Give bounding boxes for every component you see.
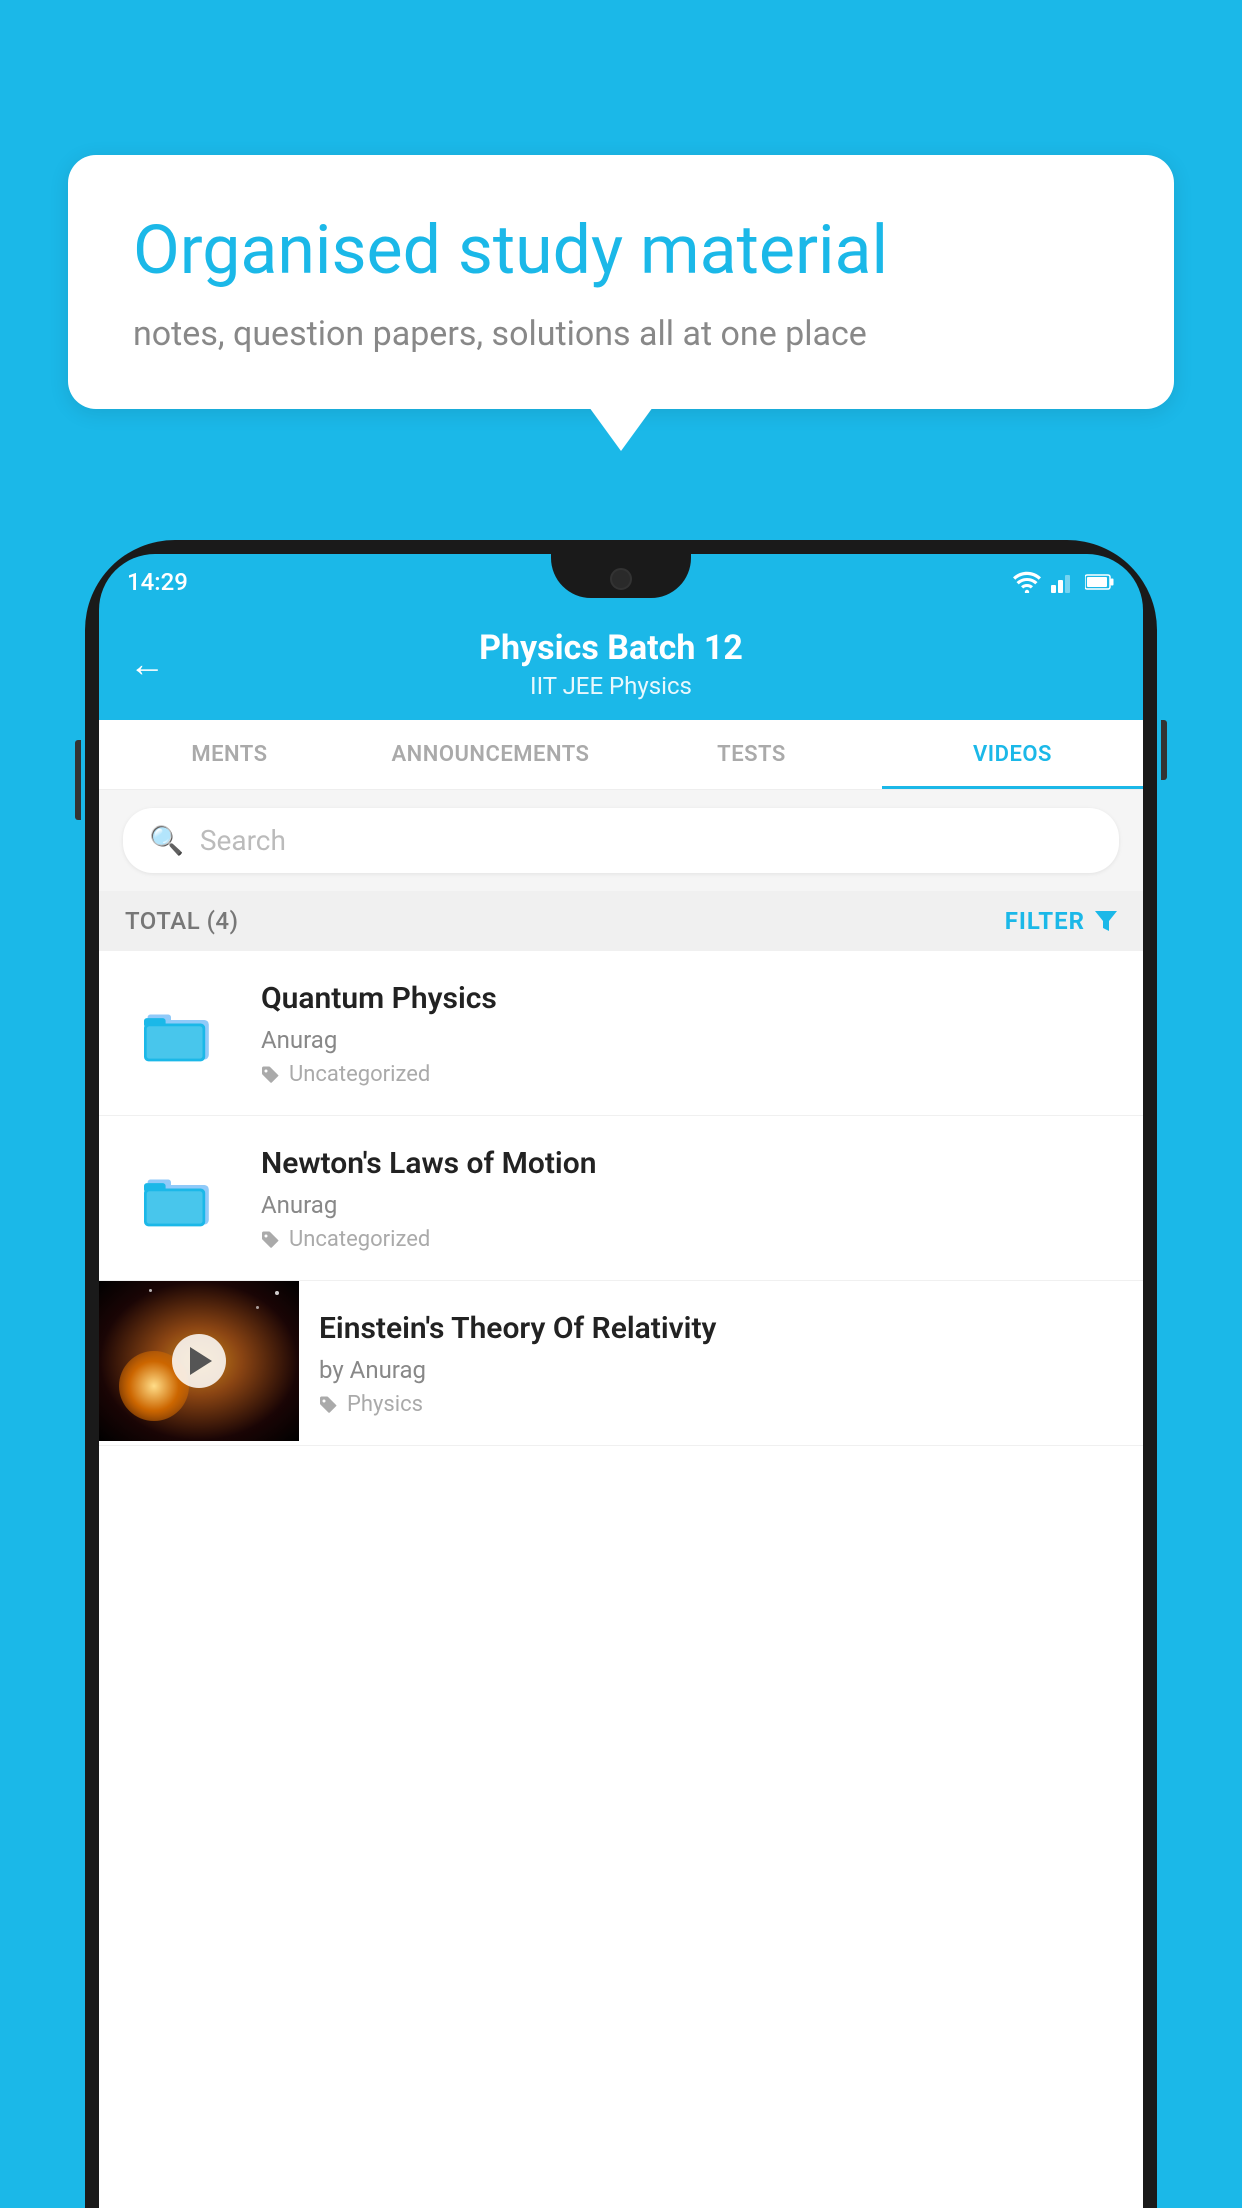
- video-title: Quantum Physics: [261, 979, 1117, 1018]
- list-item[interactable]: Quantum Physics Anurag Uncategorized: [99, 951, 1143, 1116]
- tab-tests[interactable]: TESTS: [621, 720, 882, 789]
- search-input-container[interactable]: 🔍 Search: [123, 808, 1119, 873]
- phone-side-button-right: [1161, 720, 1167, 780]
- back-button[interactable]: ←: [129, 646, 165, 682]
- video-author: Anurag: [261, 1026, 1117, 1054]
- wifi-icon: [1013, 571, 1041, 593]
- folder-icon: [144, 1002, 216, 1064]
- search-icon: 🔍: [149, 824, 184, 857]
- search-placeholder-text: Search: [200, 824, 286, 857]
- tab-videos[interactable]: VIDEOS: [882, 720, 1143, 789]
- einstein-tag: Physics: [319, 1392, 1123, 1417]
- phone-side-button-left: [75, 740, 81, 820]
- filter-icon: [1095, 911, 1117, 931]
- einstein-thumbnail: [99, 1281, 299, 1441]
- speech-bubble: Organised study material notes, question…: [68, 155, 1174, 409]
- filter-button[interactable]: FILTER: [1005, 907, 1117, 935]
- header-title-group: Physics Batch 12 IIT JEE Physics: [185, 628, 1037, 700]
- app-header: ← Physics Batch 12 IIT JEE Physics: [99, 610, 1143, 720]
- tab-announcements[interactable]: ANNOUNCEMENTS: [360, 720, 621, 789]
- play-button[interactable]: [172, 1334, 226, 1388]
- einstein-title: Einstein's Theory Of Relativity: [319, 1309, 1123, 1348]
- video-info: Quantum Physics Anurag Uncategorized: [261, 979, 1117, 1087]
- phone-outer: 14:29: [85, 540, 1157, 2208]
- tag-icon-3: [319, 1395, 339, 1415]
- filter-bar: TOTAL (4) FILTER: [99, 891, 1143, 951]
- video-title-2: Newton's Laws of Motion: [261, 1144, 1117, 1183]
- folder-icon-container: [140, 993, 220, 1073]
- tabs-bar: MENTS ANNOUNCEMENTS TESTS VIDEOS: [99, 720, 1143, 790]
- status-bar: 14:29: [99, 554, 1143, 610]
- bubble-subtitle: notes, question papers, solutions all at…: [133, 314, 1109, 354]
- bubble-title: Organised study material: [133, 210, 1109, 292]
- folder-icon-container-2: [140, 1158, 220, 1238]
- video-author-2: Anurag: [261, 1191, 1117, 1219]
- einstein-info: Einstein's Theory Of Relativity by Anura…: [299, 1281, 1143, 1445]
- list-item[interactable]: Newton's Laws of Motion Anurag Uncategor…: [99, 1116, 1143, 1281]
- tag-icon-2: [261, 1230, 281, 1250]
- video-list: Quantum Physics Anurag Uncategorized: [99, 951, 1143, 2208]
- tag-text: Uncategorized: [289, 1062, 430, 1087]
- folder-icon-2: [144, 1167, 216, 1229]
- header-title: Physics Batch 12: [185, 628, 1037, 668]
- phone-screen: ← Physics Batch 12 IIT JEE Physics MENTS…: [99, 610, 1143, 2208]
- tag-text-2: Uncategorized: [289, 1227, 430, 1252]
- speech-bubble-container: Organised study material notes, question…: [68, 155, 1174, 409]
- status-time: 14:29: [127, 568, 188, 596]
- status-icons: [1013, 571, 1115, 593]
- header-subtitle: IIT JEE Physics: [185, 672, 1037, 700]
- signal-icon: [1051, 571, 1075, 593]
- notch: [551, 554, 691, 598]
- search-bar: 🔍 Search: [99, 790, 1143, 891]
- battery-icon: [1085, 573, 1115, 591]
- tag-icon: [261, 1065, 281, 1085]
- camera: [610, 568, 632, 590]
- video-tag-2: Uncategorized: [261, 1227, 1117, 1252]
- list-item-einstein[interactable]: Einstein's Theory Of Relativity by Anura…: [99, 1281, 1143, 1446]
- video-info-2: Newton's Laws of Motion Anurag Uncategor…: [261, 1144, 1117, 1252]
- play-triangle: [190, 1347, 212, 1375]
- einstein-author: by Anurag: [319, 1356, 1123, 1384]
- video-tag: Uncategorized: [261, 1062, 1117, 1087]
- tab-ments[interactable]: MENTS: [99, 720, 360, 789]
- total-count: TOTAL (4): [125, 907, 238, 935]
- tag-text-3: Physics: [347, 1392, 423, 1417]
- filter-label: FILTER: [1005, 907, 1085, 935]
- phone-container: 14:29: [85, 540, 1157, 2208]
